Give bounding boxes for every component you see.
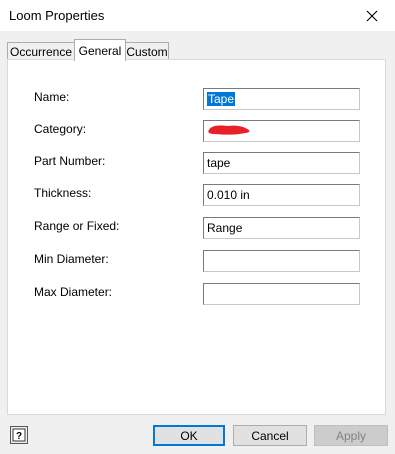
part-number-field[interactable]: tape — [203, 152, 360, 174]
apply-button-label: Apply — [335, 428, 367, 443]
close-button[interactable] — [349, 0, 395, 31]
range-fixed-field[interactable]: Range — [203, 217, 360, 239]
svg-text:?: ? — [16, 431, 22, 442]
ok-button-label: OK — [180, 428, 198, 443]
apply-button[interactable]: Apply — [314, 425, 388, 446]
general-panel: Name: Tape Category: Part Number: tape T… — [7, 59, 386, 415]
tab-custom[interactable]: Custom — [125, 42, 169, 60]
part-number-label: Part Number: — [34, 154, 106, 168]
part-number-value: tape — [207, 156, 231, 170]
cancel-button-label: Cancel — [251, 428, 289, 443]
cancel-button[interactable]: Cancel — [233, 425, 307, 446]
help-icon: ? — [12, 428, 26, 442]
tab-general[interactable]: General — [74, 39, 126, 61]
tab-custom-label: Custom — [126, 44, 168, 59]
max-diameter-label: Max Diameter: — [34, 285, 113, 299]
name-label: Name: — [34, 90, 70, 104]
title-bar: Loom Properties — [0, 0, 395, 31]
redaction-mark — [208, 125, 250, 135]
tab-occurrence[interactable]: Occurrence — [7, 42, 75, 60]
ok-button[interactable]: OK — [153, 425, 225, 446]
name-value: Tape — [207, 92, 236, 106]
thickness-value: 0.010 in — [207, 188, 250, 202]
tab-occurrence-label: Occurrence — [9, 44, 73, 59]
range-fixed-label: Range or Fixed: — [34, 219, 120, 233]
thickness-field[interactable]: 0.010 in — [203, 184, 360, 206]
range-fixed-value: Range — [207, 221, 243, 235]
max-diameter-field[interactable] — [203, 283, 360, 305]
window-title: Loom Properties — [9, 8, 105, 23]
close-icon — [366, 10, 378, 21]
help-button[interactable]: ? — [10, 426, 28, 444]
category-field[interactable] — [203, 120, 360, 142]
min-diameter-field[interactable] — [203, 250, 360, 272]
category-label: Category: — [34, 122, 87, 136]
min-diameter-label: Min Diameter: — [34, 252, 109, 266]
name-field[interactable]: Tape — [203, 88, 360, 110]
tab-general-label: General — [78, 43, 122, 58]
thickness-label: Thickness: — [34, 186, 92, 200]
